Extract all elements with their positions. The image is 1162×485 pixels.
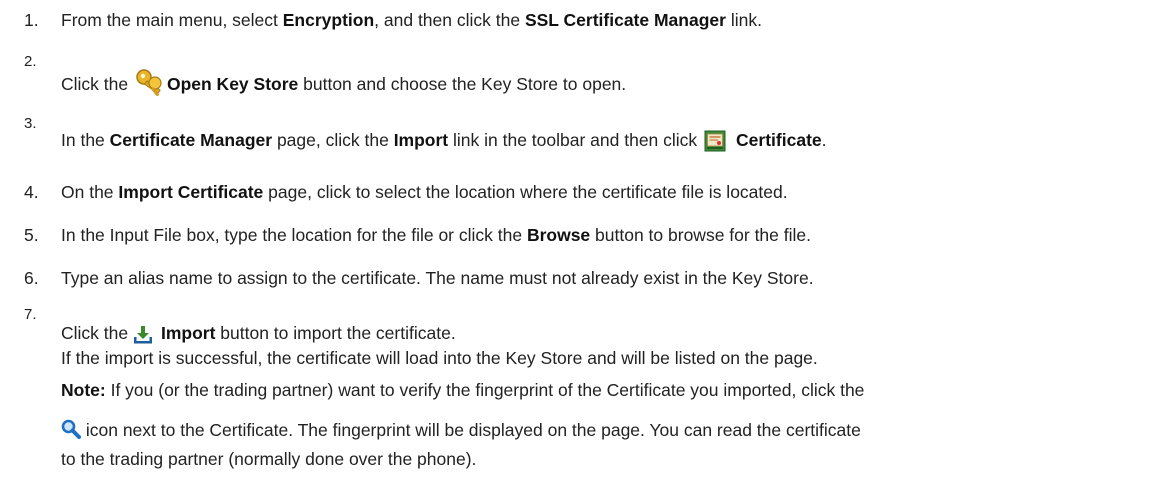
import-success-text: If the import is successful, the certifi…: [61, 348, 818, 368]
step-text: From the main menu, select Encryption, a…: [61, 8, 762, 32]
note-line-3: to the trading partner (normally done ov…: [61, 449, 477, 469]
instructions-document: 1. From the main menu, select Encryption…: [0, 0, 1162, 485]
menu-encryption: Encryption: [282, 10, 375, 30]
text: , and then click the: [374, 10, 525, 30]
text: page, click to select the location where…: [263, 182, 788, 202]
note-line-1: Note: If you (or the trading partner) wa…: [61, 378, 864, 402]
note-label: Note:: [61, 380, 106, 400]
magnifier-icon: [61, 419, 81, 445]
text: On the: [61, 182, 119, 202]
text: If you (or the trading partner) want to …: [105, 380, 865, 400]
text: button and choose the Key Store to open.: [298, 74, 627, 94]
text: .: [821, 130, 827, 150]
text: In the: [61, 130, 110, 150]
certificate-manager-label: Certificate Manager: [109, 130, 273, 150]
browse-label: Browse: [526, 225, 591, 245]
certificate-label: Certificate: [736, 130, 822, 150]
text: From the main menu, select: [61, 10, 283, 30]
step-number: 5.: [24, 225, 39, 245]
key-icon: [133, 68, 167, 102]
step-number: 1.: [24, 10, 39, 30]
step-number: 4.: [24, 182, 39, 202]
text: link.: [725, 10, 762, 30]
text: page, click the: [272, 130, 394, 150]
import-certificate-label: Import Certificate: [118, 182, 264, 202]
step-number: 7.: [24, 306, 37, 323]
text: icon next to the Certificate. The finger…: [81, 420, 861, 440]
certificate-icon: [704, 130, 726, 158]
step-number: 6.: [24, 268, 39, 288]
text: Click the: [61, 74, 133, 94]
import-button-label: Import: [160, 323, 216, 343]
step-number: 2.: [24, 53, 37, 70]
text: link in the toolbar and then click: [448, 130, 703, 150]
step-text: In the Input File box, type the location…: [61, 223, 811, 247]
note-line-2: icon next to the Certificate. The finger…: [61, 418, 861, 445]
step-number: 3.: [24, 115, 37, 132]
text: In the Input File box, type the location…: [61, 225, 527, 245]
link-ssl-certificate-manager: SSL Certificate Manager: [524, 10, 726, 30]
step-text: In the Certificate Manager page, click t…: [61, 128, 827, 158]
step-text: On the Import Certificate page, click to…: [61, 180, 788, 204]
open-key-store-label: Open Key Store: [166, 74, 299, 94]
import-link-label: Import: [393, 130, 449, 150]
step-text: Click the Open Key Store button and choo…: [61, 68, 626, 102]
step-text: Type an alias name to assign to the cert…: [61, 266, 814, 290]
text: button to import the certificate.: [215, 323, 456, 343]
text: button to browse for the file.: [590, 225, 811, 245]
text: Click the: [61, 323, 133, 343]
text: Type an alias name to assign to the cert…: [61, 268, 814, 288]
